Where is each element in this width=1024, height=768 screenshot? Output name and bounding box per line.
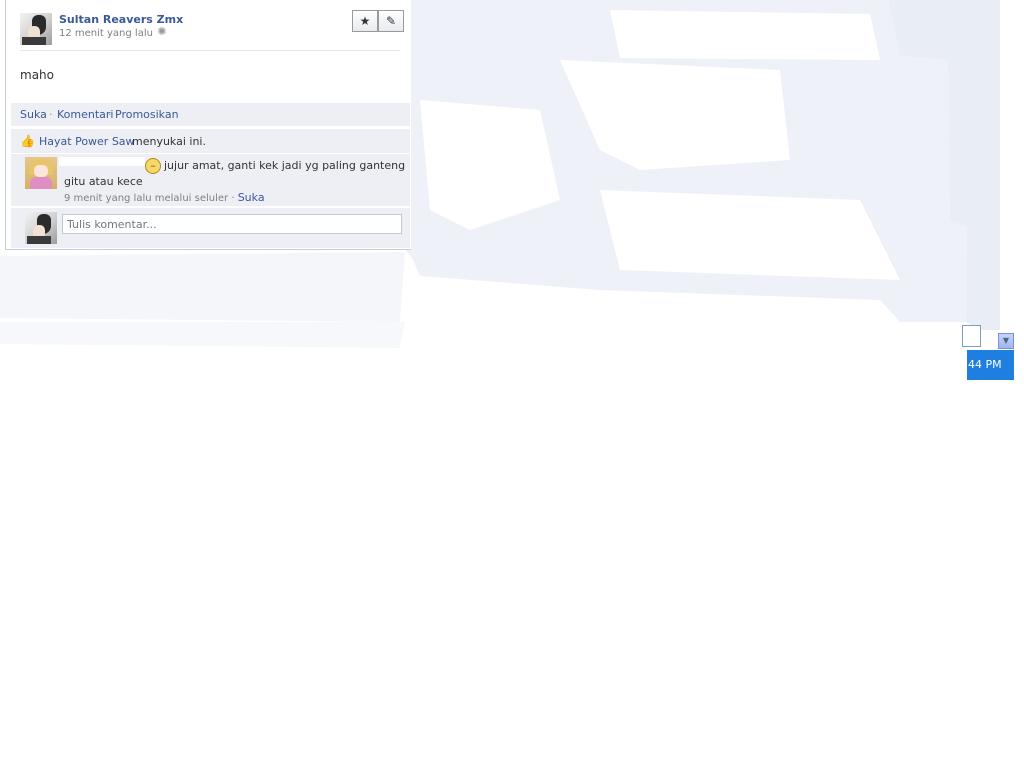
liker-name-link[interactable]: Hayat Power Saw [39, 135, 135, 148]
author-avatar[interactable] [20, 13, 52, 45]
like-link[interactable]: Suka [20, 108, 47, 121]
post-status-text: maho [20, 68, 54, 82]
comment-text-line2: gitu atau kece [64, 175, 143, 188]
comment-timestamp[interactable]: 9 menit yang lalu melalui seluler · [64, 193, 235, 204]
post-card: Sultan Reavers Zmx 12 menit yang lalu ✺ … [5, 0, 411, 250]
write-comment-row [11, 207, 410, 248]
thumbs-up-icon: 👍 [20, 134, 35, 148]
star-icon[interactable]: ★ [352, 10, 378, 32]
scroll-down-icon[interactable]: ▼ [998, 333, 1014, 349]
comment-like-link[interactable]: Suka [238, 191, 265, 204]
unamused-face-icon: – [145, 158, 161, 174]
post-timestamp[interactable]: 12 menit yang lalu [59, 28, 153, 39]
promote-link[interactable]: Promosikan [115, 108, 179, 121]
pencil-icon[interactable]: ✎ [378, 10, 404, 32]
separator-dot: · [108, 108, 112, 121]
commenter-avatar[interactable] [25, 157, 57, 189]
comment-meta: 9 menit yang lalu melalui seluler · Suka [64, 191, 265, 204]
window-fragment [962, 325, 981, 347]
comment-text-line1: jujur amat, ganti kek jadi yg paling gan… [164, 159, 406, 172]
post-actions-bar: Suka · Komentari · Promosikan [11, 103, 410, 126]
comment-input[interactable] [62, 214, 402, 234]
gear-icon[interactable]: ✺ [156, 26, 168, 38]
likes-text: menyukai ini. [132, 135, 206, 148]
redacted-commenter-name [59, 157, 145, 166]
divider [20, 50, 400, 51]
comment-item: – jujur amat, ganti kek jadi yg paling g… [11, 153, 410, 206]
separator-dot: · [49, 108, 53, 121]
taskbar-clock: 44 PM [968, 358, 1002, 371]
viewer-avatar [25, 212, 57, 244]
comment-link[interactable]: Komentari [57, 108, 113, 121]
likes-row: 👍 Hayat Power Saw menyukai ini. [11, 128, 410, 153]
